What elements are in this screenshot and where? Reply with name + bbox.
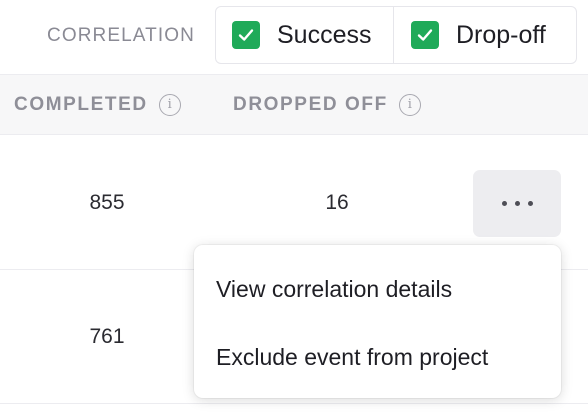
- column-header-label: DROPPED OFF: [233, 94, 388, 115]
- column-header-label: COMPLETED: [14, 94, 148, 115]
- dropped-off-count: 16: [325, 191, 349, 214]
- success-toggle-label: Success: [277, 21, 372, 49]
- row-actions-menu: View correlation details Exclude event f…: [194, 245, 561, 398]
- drop-off-toggle-label: Drop-off: [456, 21, 546, 49]
- table-header: COMPLETED i DROPPED OFF i: [0, 74, 588, 135]
- more-horizontal-icon: [514, 201, 520, 206]
- more-horizontal-icon: [501, 201, 507, 206]
- drop-off-checkbox[interactable]: [411, 21, 439, 49]
- checkmark-icon: [238, 29, 254, 41]
- more-actions-button[interactable]: [473, 170, 561, 237]
- menu-item-exclude-event[interactable]: Exclude event from project: [216, 343, 488, 371]
- info-icon[interactable]: i: [158, 94, 181, 116]
- completed-count: 761: [89, 325, 125, 348]
- more-horizontal-icon: [527, 201, 533, 206]
- checkmark-icon: [417, 29, 433, 41]
- success-checkbox[interactable]: [232, 21, 260, 49]
- correlation-toggle-group: Success Drop-off: [215, 6, 577, 64]
- success-toggle[interactable]: Success: [216, 7, 394, 63]
- menu-item-view-correlation-details[interactable]: View correlation details: [216, 275, 452, 303]
- correlation-filter-bar: CORRELATION Success Drop-off: [0, 0, 588, 74]
- info-icon[interactable]: i: [398, 94, 421, 116]
- column-header-completed: COMPLETED i: [14, 94, 181, 116]
- completed-count: 855: [89, 191, 125, 214]
- correlation-label: CORRELATION: [47, 25, 195, 46]
- column-header-dropped-off: DROPPED OFF i: [233, 94, 421, 116]
- drop-off-toggle[interactable]: Drop-off: [394, 7, 576, 63]
